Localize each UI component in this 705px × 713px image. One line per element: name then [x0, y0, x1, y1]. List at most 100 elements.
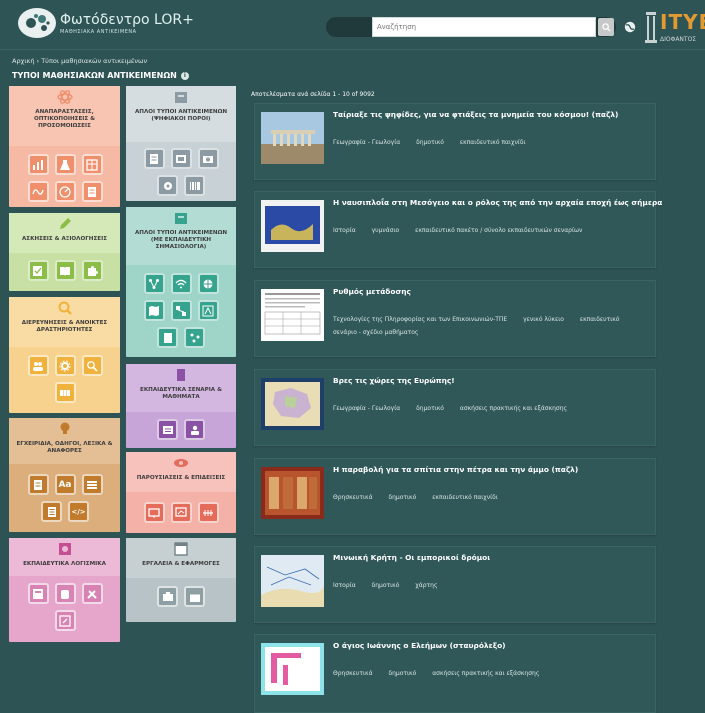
- result-thumbnail[interactable]: [261, 378, 324, 430]
- category-tools[interactable]: ΕΡΓΑΛΕΙΑ & ΕΦΑΡΜΟΓΕΣ: [126, 538, 236, 622]
- category-manuals[interactable]: ΕΓΧΕΙΡΙΔΙΑ, ΟΔΗΓΟΙ, ΛΕΞΙΚΑ & ΑΝΑΦΟΡΕΣ Aa…: [9, 418, 120, 532]
- search-input[interactable]: [372, 17, 596, 37]
- tile-page-icon[interactable]: [27, 474, 49, 495]
- result-title[interactable]: Ταίριαξε τις ψηφίδες, για να φτιάξεις τα…: [333, 110, 618, 119]
- tile-audio-icon[interactable]: [157, 175, 178, 196]
- tag[interactable]: δημοτικό: [388, 494, 416, 501]
- result-title[interactable]: Ρυθμός μετάδοσης: [333, 287, 411, 296]
- tile-app-window-icon[interactable]: [184, 586, 205, 607]
- tile-chart-icon[interactable]: [27, 154, 49, 175]
- tile-teacher-icon[interactable]: [184, 419, 205, 440]
- tile-zoom-icon[interactable]: [81, 355, 103, 376]
- tile-film-icon[interactable]: [170, 148, 192, 169]
- result-title[interactable]: Μινωική Κρήτη - Οι εμπορικοί δρόμοι: [333, 553, 490, 562]
- tag[interactable]: Ιστορία: [333, 227, 356, 234]
- tag[interactable]: εκπαιδευτικό πακέτο / σύνολο εκπαιδευτικ…: [415, 227, 582, 234]
- tile-camera-icon[interactable]: [197, 148, 219, 169]
- tile-slides-icon[interactable]: [143, 502, 165, 523]
- result-card[interactable]: Βρες τις χώρες της Ευρώπης! Γεωγραφία - …: [254, 369, 656, 446]
- category-representations[interactable]: ΑΝΑΠΑΡΑΣΤΑΣΕΙΣ, ΟΠΤΙΚΟΠΟΙΗΣΕΙΣ & ΠΡΟΣΟΜΟ…: [9, 86, 120, 207]
- tile-notes-icon[interactable]: [41, 501, 62, 522]
- tile-table-icon[interactable]: [81, 154, 103, 175]
- tile-network-icon[interactable]: [143, 273, 165, 294]
- result-thumbnail[interactable]: [261, 643, 324, 695]
- tile-dictionary-icon[interactable]: Aa: [54, 474, 76, 495]
- tile-wifi-icon[interactable]: [170, 273, 192, 294]
- result-title[interactable]: Η παραβολή για τα σπίτια στην πέτρα και …: [333, 465, 578, 474]
- tile-edit-icon[interactable]: [54, 610, 76, 631]
- tag[interactable]: Τεχνολογίες της Πληροφορίας και των Επικ…: [333, 316, 507, 323]
- tag[interactable]: Θρησκευτικά: [333, 670, 373, 677]
- tile-puzzle-icon[interactable]: [81, 260, 103, 281]
- tile-code-icon[interactable]: </>: [68, 501, 89, 522]
- result-thumbnail[interactable]: [261, 112, 324, 164]
- tile-list-icon[interactable]: [81, 474, 103, 495]
- tile-dots-icon[interactable]: [184, 327, 205, 348]
- tag[interactable]: εκπαιδευτικό παιχνίδι: [460, 139, 526, 146]
- site-logo[interactable]: Φωτόδεντρο LOR+ ΜΑΘΗΣΙΑΚΑ ΑΝΤΙΚΕΙΜΕΝΑ: [18, 8, 194, 38]
- category-investigations[interactable]: ΔΙΕΡΕΥΝΗΣΕΙΣ & ΑΝΟΙΚΤΕΣ ΔΡΑΣΤΗΡΙΟΤΗΤΕΣ: [9, 297, 120, 413]
- result-title[interactable]: Η ναυσιπλοΐα στη Μεσόγειο και ο ρόλος τη…: [333, 198, 662, 207]
- result-card[interactable]: Μινωική Κρήτη - Οι εμπορικοί δρόμοι Ιστο…: [254, 546, 656, 623]
- result-card[interactable]: Ο άγιος Ιωάννης ο Ελεήμων (σταυρόλεξο) Θ…: [254, 634, 656, 713]
- result-card[interactable]: Η ναυσιπλοΐα στη Μεσόγειο και ο ρόλος τη…: [254, 191, 662, 268]
- tag[interactable]: Ιστορία: [333, 582, 356, 589]
- category-presentations[interactable]: ΠΑΡΟΥΣΙΑΣΕΙΣ & ΕΠΙΔΕΙΞΕΙΣ: [126, 452, 236, 533]
- tile-book-icon[interactable]: [54, 260, 76, 281]
- tile-formula-icon[interactable]: [197, 300, 219, 321]
- tag[interactable]: δημοτικό: [372, 582, 400, 589]
- tile-lesson-icon[interactable]: [157, 419, 178, 440]
- tile-app-icon[interactable]: [27, 583, 49, 604]
- result-thumbnail[interactable]: [261, 555, 324, 607]
- tile-globe-icon[interactable]: [197, 273, 219, 294]
- result-thumbnail[interactable]: [261, 467, 324, 519]
- tag[interactable]: εκπαιδευτικό παιχνίδι: [432, 494, 498, 501]
- tile-map-icon[interactable]: [143, 300, 165, 321]
- category-scenarios[interactable]: ΕΚΠΑΙΔΕΥΤΙΚΑ ΣΕΝΑΡΙΑ & ΜΑΘΗΜΑΤΑ: [126, 364, 236, 448]
- result-card[interactable]: Ρυθμός μετάδοσης Τεχνολογίες της Πληροφο…: [254, 280, 656, 357]
- tag[interactable]: ασκήσεις πρακτικής και εξάσκησης: [460, 405, 567, 412]
- tag[interactable]: ασκήσεις πρακτικής και εξάσκησης: [432, 670, 539, 677]
- tile-timeline-icon[interactable]: [197, 502, 219, 523]
- info-icon[interactable]: i: [180, 71, 189, 80]
- tag[interactable]: δημοτικό: [416, 405, 444, 412]
- tag[interactable]: δημοτικό: [388, 670, 416, 677]
- category-exercises[interactable]: ΑΣΚΗΣΕΙΣ & ΑΞΙΟΛΟΓΗΣΕΙΣ: [9, 213, 120, 291]
- tag[interactable]: Γεωγραφία - Γεωλογία: [333, 139, 400, 146]
- tag[interactable]: Γεωγραφία - Γεωλογία: [333, 405, 400, 412]
- category-simple-educational[interactable]: ΑΠΛΟΙ ΤΥΠΟΙ ΑΝΤΙΚΕΙΜΕΝΩΝ (ΜΕ ΕΚΠΑΙΔΕΥΤΙΚ…: [126, 207, 236, 357]
- tile-cog-icon[interactable]: [54, 355, 76, 376]
- tag[interactable]: χάρτης: [415, 582, 437, 589]
- category-simple-digital[interactable]: ΑΠΛΟΙ ΤΥΠΟΙ ΑΝΤΙΚΕΙΜΕΝΩΝ (ΨΗΦΙΑΚΟΙ ΠΟΡΟΙ…: [126, 86, 236, 201]
- tile-document-icon[interactable]: [81, 181, 103, 202]
- tag[interactable]: δημοτικό: [416, 139, 444, 146]
- tile-text-icon[interactable]: [143, 148, 165, 169]
- result-card[interactable]: Ταίριαξε τις ψηφίδες, για να φτιάξεις τα…: [254, 103, 656, 180]
- category-software[interactable]: ΕΚΠΑΙΔΕΥΤΙΚΑ ΛΟΓΙΣΜΙΚΑ: [9, 538, 120, 642]
- tile-barcode-icon[interactable]: [184, 175, 205, 196]
- search-button[interactable]: [598, 18, 614, 36]
- tile-grid-icon[interactable]: [54, 382, 76, 403]
- result-thumbnail[interactable]: [261, 289, 324, 341]
- tile-flask-icon[interactable]: [54, 154, 76, 175]
- language-globe-icon[interactable]: [624, 21, 636, 33]
- tile-tools-icon[interactable]: [81, 583, 103, 604]
- tag[interactable]: γενικό λύκειο: [523, 316, 564, 323]
- tile-gauge-icon[interactable]: [54, 181, 76, 202]
- tag[interactable]: γυμνάσιο: [372, 227, 400, 234]
- tile-diagram-icon[interactable]: [170, 300, 192, 321]
- tile-checklist-icon[interactable]: [27, 260, 49, 281]
- tile-hand-icon[interactable]: [54, 583, 76, 604]
- tile-toolbox-icon[interactable]: [157, 586, 178, 607]
- tile-wave-icon[interactable]: [27, 181, 49, 202]
- result-thumbnail[interactable]: [261, 200, 324, 252]
- result-title[interactable]: Βρες τις χώρες της Ευρώπης!: [333, 376, 455, 385]
- tag[interactable]: Θρησκευτικά: [333, 494, 373, 501]
- tile-worksheet-icon[interactable]: [157, 327, 178, 348]
- result-title[interactable]: Ο άγιος Ιωάννης ο Ελεήμων (σταυρόλεξο): [333, 641, 506, 650]
- itye-logo[interactable]: ITYE ΔΙΟΦΑΝΤΟΣ: [644, 10, 705, 46]
- result-card[interactable]: Η παραβολή για τα σπίτια στην πέτρα και …: [254, 458, 656, 535]
- breadcrumb[interactable]: Αρχική › Τύποι μαθησιακών αντικειμένων: [12, 57, 147, 65]
- tile-people-icon[interactable]: [27, 355, 49, 376]
- tile-board-icon[interactable]: [170, 502, 192, 523]
